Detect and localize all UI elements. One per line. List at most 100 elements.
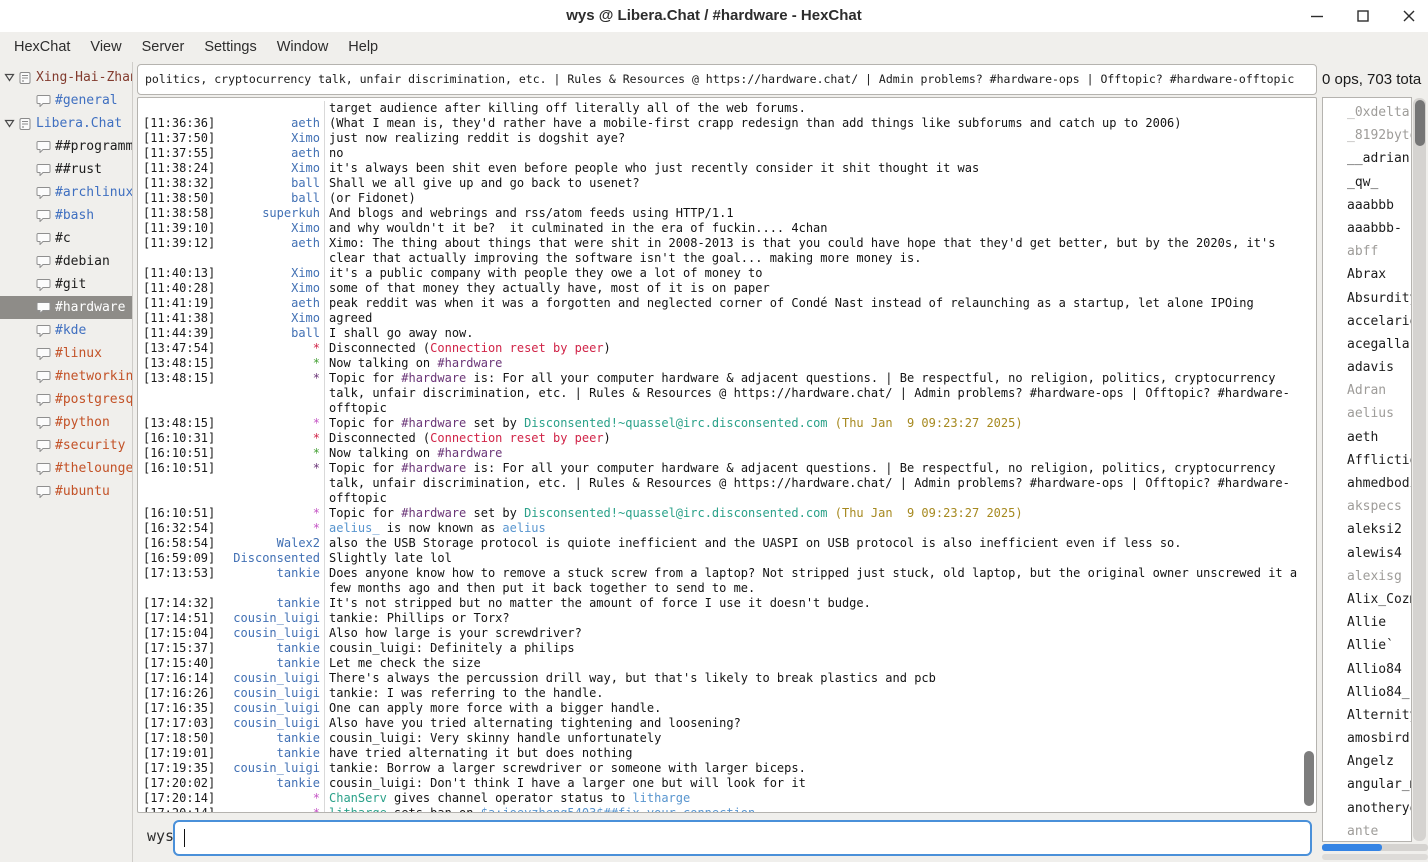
user-list-item[interactable]: _8192byte: [1323, 124, 1411, 147]
nick-label[interactable]: ball: [291, 191, 324, 206]
userlist-hscrollbar-thumb[interactable]: [1322, 844, 1382, 851]
user-list-item[interactable]: Angelz: [1323, 750, 1411, 773]
chat-scrollbar-thumb[interactable]: [1304, 751, 1314, 806]
topic-input[interactable]: politics, cryptocurrency talk, unfair di…: [137, 64, 1317, 95]
sidebar-item--git[interactable]: #git: [0, 273, 132, 296]
sidebar-item--rust[interactable]: ##rust: [0, 158, 132, 181]
sidebar-item--general[interactable]: #general: [0, 89, 132, 112]
nick-label[interactable]: Ximo: [291, 161, 324, 176]
user-list-item[interactable]: ahmedbodi: [1323, 472, 1411, 495]
nick-label[interactable]: tankie: [277, 641, 324, 656]
nick-label[interactable]: tankie: [277, 731, 324, 746]
sidebar-item--kde[interactable]: #kde: [0, 319, 132, 342]
sidebar-item--thelounge[interactable]: #thelounge: [0, 457, 132, 480]
nick-label[interactable]: aeth: [291, 146, 324, 161]
sidebar-item--ubuntu[interactable]: #ubuntu: [0, 480, 132, 503]
expander-icon[interactable]: [4, 72, 15, 83]
expander-icon[interactable]: [4, 118, 15, 129]
sidebar-item--bash[interactable]: #bash: [0, 204, 132, 227]
sidebar-item--security[interactable]: #security: [0, 434, 132, 457]
user-list-item[interactable]: Alix_Cozm: [1323, 588, 1411, 611]
userlist-hscrollbar[interactable]: [1322, 844, 1428, 851]
user-list-item[interactable]: Allie: [1323, 611, 1411, 634]
tree-server-xing-hai-zhan[interactable]: Xing-Hai-Zhan: [0, 66, 132, 89]
user-list-item[interactable]: aeth: [1323, 426, 1411, 449]
minimize-icon[interactable]: [1304, 3, 1330, 29]
nick-label[interactable]: Walex2: [277, 536, 324, 551]
menu-item-settings[interactable]: Settings: [194, 32, 266, 62]
sidebar-item--python[interactable]: #python: [0, 411, 132, 434]
sidebar-item--postgresql[interactable]: #postgresql: [0, 388, 132, 411]
user-list-item[interactable]: __adrian: [1323, 147, 1411, 170]
user-list-item[interactable]: Absurdity: [1323, 287, 1411, 310]
user-list-item[interactable]: Abrax: [1323, 263, 1411, 286]
user-list-item[interactable]: _qw_: [1323, 171, 1411, 194]
nick-label[interactable]: tankie: [277, 746, 324, 761]
nick-label[interactable]: Ximo: [291, 221, 324, 236]
userlist-hscrollbar-track[interactable]: [1322, 854, 1428, 860]
menu-item-help[interactable]: Help: [338, 32, 388, 62]
nick-label[interactable]: aeth: [291, 116, 324, 131]
nick-label[interactable]: aeth: [291, 236, 324, 266]
nick-label[interactable]: Ximo: [291, 281, 324, 296]
sidebar-item--hardware[interactable]: #hardware: [0, 296, 132, 319]
menu-item-hexchat[interactable]: HexChat: [4, 32, 80, 62]
menu-item-window[interactable]: Window: [267, 32, 339, 62]
user-list-item[interactable]: Alternity: [1323, 704, 1411, 727]
user-list-item[interactable]: akspecs: [1323, 495, 1411, 518]
user-list-item[interactable]: angular_m: [1323, 773, 1411, 796]
sidebar-item--archlinux[interactable]: #archlinux: [0, 181, 132, 204]
user-list-item[interactable]: Affliction: [1323, 449, 1411, 472]
userlist-scrollbar[interactable]: [1413, 98, 1426, 841]
nick-label[interactable]: cousin_luigi: [233, 686, 324, 701]
user-list-item[interactable]: _0xdelta: [1323, 101, 1411, 124]
user-list-item[interactable]: alewis4: [1323, 542, 1411, 565]
nick-label[interactable]: tankie: [277, 566, 324, 596]
user-list-item[interactable]: aaabbb-: [1323, 217, 1411, 240]
nick-label[interactable]: Ximo: [291, 311, 324, 326]
close-icon[interactable]: [1396, 3, 1422, 29]
nick-label[interactable]: cousin_luigi: [233, 671, 324, 686]
nick-label[interactable]: cousin_luigi: [233, 626, 324, 641]
user-list-item[interactable]: Allio84_: [1323, 681, 1411, 704]
tree-server-libera-chat[interactable]: Libera.Chat: [0, 112, 132, 135]
user-list-item[interactable]: adavis: [1323, 356, 1411, 379]
user-list-item[interactable]: alexisg: [1323, 565, 1411, 588]
message-input[interactable]: [173, 820, 1312, 856]
nick-label[interactable]: cousin_luigi: [233, 716, 324, 731]
nick-label[interactable]: ball: [291, 326, 324, 341]
user-list-item[interactable]: acegalla-: [1323, 333, 1411, 356]
user-list-item[interactable]: accelario: [1323, 310, 1411, 333]
nick-label[interactable]: tankie: [277, 656, 324, 671]
nick-label[interactable]: tankie: [277, 776, 324, 791]
user-list-item[interactable]: anotheryo: [1323, 797, 1411, 820]
user-list-item[interactable]: amosbird: [1323, 727, 1411, 750]
nick-label[interactable]: cousin_luigi: [233, 761, 324, 776]
nick-label[interactable]: cousin_luigi: [233, 611, 324, 626]
user-list-item[interactable]: abff: [1323, 240, 1411, 263]
nick-label[interactable]: superkuh: [262, 206, 324, 221]
user-list-item[interactable]: Allio84: [1323, 658, 1411, 681]
menu-item-server[interactable]: Server: [132, 32, 195, 62]
user-list-item[interactable]: ante: [1323, 820, 1411, 842]
user-list-item[interactable]: aleksi2: [1323, 518, 1411, 541]
user-list-item[interactable]: aelius: [1323, 402, 1411, 425]
user-list-item[interactable]: Adran: [1323, 379, 1411, 402]
user-list-item[interactable]: Allie`: [1323, 634, 1411, 657]
nick-label[interactable]: aeth: [291, 296, 324, 311]
userlist-scrollbar-thumb[interactable]: [1415, 100, 1425, 146]
sidebar-item--linux[interactable]: #linux: [0, 342, 132, 365]
nick-label[interactable]: Ximo: [291, 266, 324, 281]
sidebar-item--debian[interactable]: #debian: [0, 250, 132, 273]
nick-label[interactable]: Disconsented: [233, 551, 324, 566]
maximize-icon[interactable]: [1350, 3, 1376, 29]
menu-item-view[interactable]: View: [80, 32, 131, 62]
nick-label[interactable]: Ximo: [291, 131, 324, 146]
sidebar-item--programming[interactable]: ##programming: [0, 135, 132, 158]
chat-scrollbar[interactable]: [1303, 99, 1315, 811]
sidebar-item--networking[interactable]: #networking: [0, 365, 132, 388]
nick-label[interactable]: cousin_luigi: [233, 701, 324, 716]
nick-label[interactable]: ball: [291, 176, 324, 191]
sidebar-item--c[interactable]: #c: [0, 227, 132, 250]
user-list-item[interactable]: aaabbb: [1323, 194, 1411, 217]
